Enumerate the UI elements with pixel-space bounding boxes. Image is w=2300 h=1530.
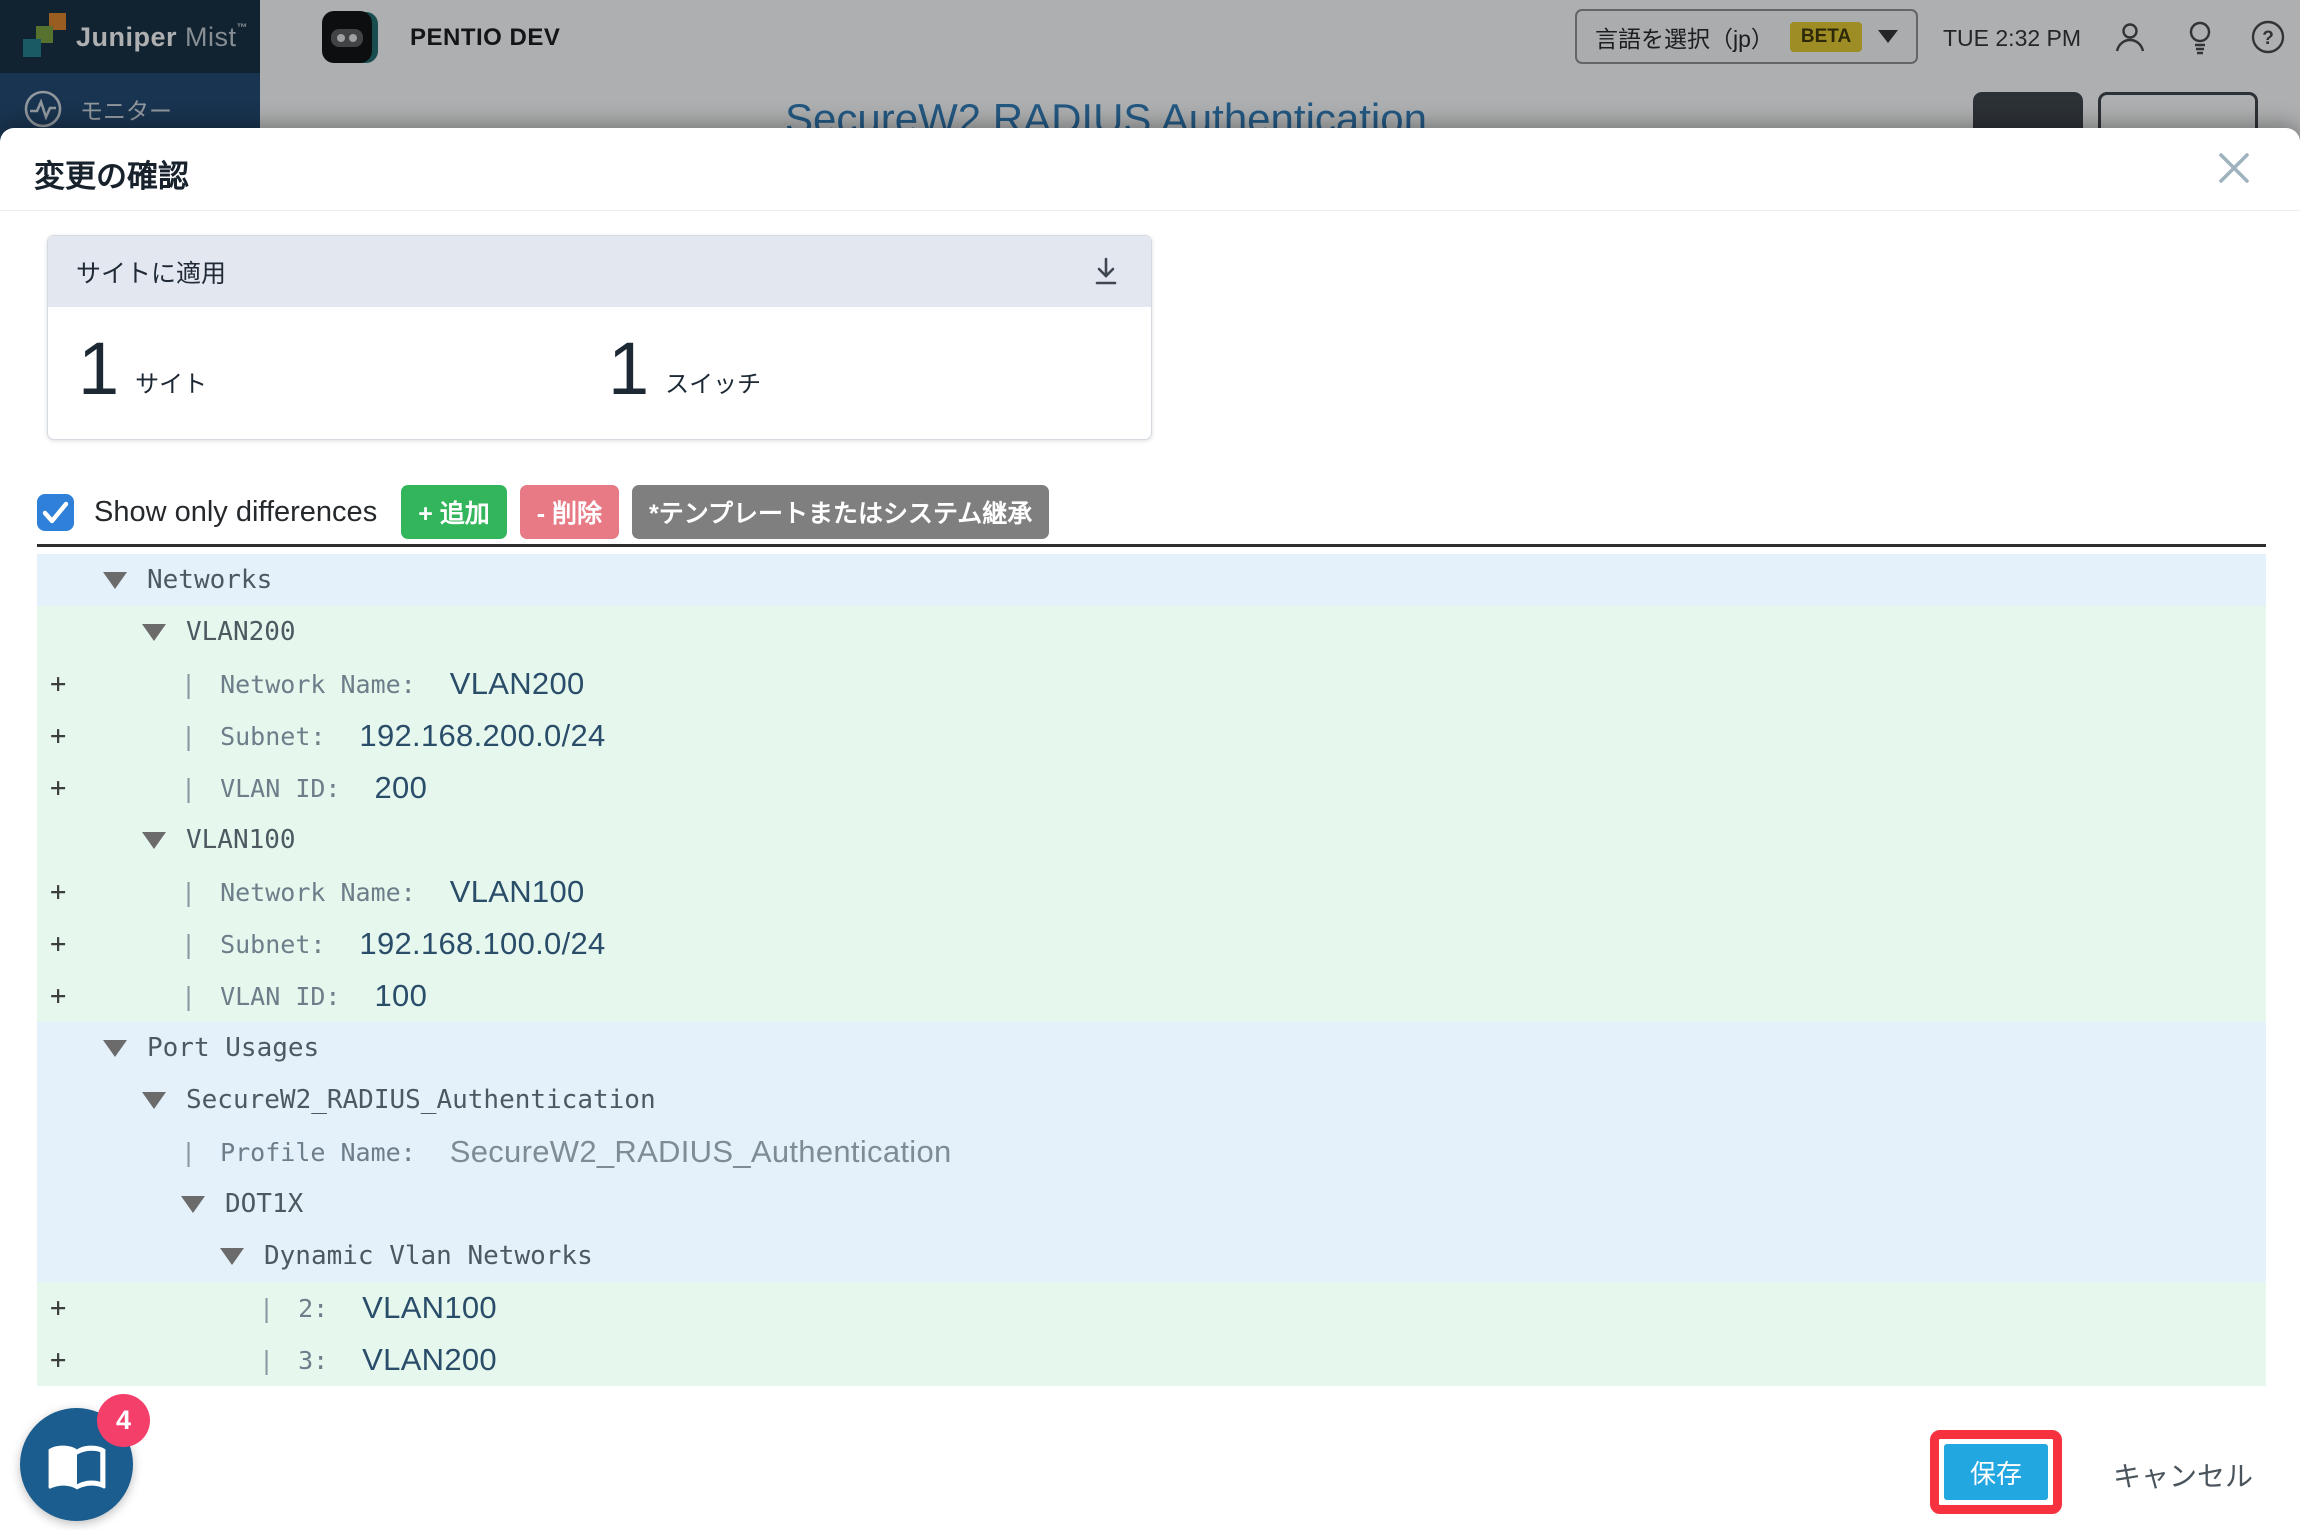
legend-deleted-badge: - 削除 (520, 485, 619, 539)
diff-section-row: DOT1X (37, 1178, 2266, 1230)
collapse-caret-icon[interactable] (103, 1040, 127, 1057)
collapse-caret-icon[interactable] (142, 832, 166, 849)
show-only-differences-checkbox[interactable] (37, 494, 74, 531)
diff-section-row: SecureW2_RADIUS_Authentication (37, 1074, 2266, 1126)
diff-section-label: SecureW2_RADIUS_Authentication (186, 1085, 656, 1115)
diff-section-label: VLAN100 (186, 825, 296, 855)
confirm-changes-modal: 変更の確認 サイトに適用 1 サイト 1 スイッチ (0, 128, 2300, 1530)
collapse-caret-icon[interactable] (142, 1092, 166, 1109)
diff-pipe: | (181, 774, 196, 803)
collapse-caret-icon[interactable] (220, 1248, 244, 1265)
diff-field-value: 200 (374, 770, 427, 806)
save-button-annotation: 保存 (1930, 1430, 2062, 1514)
diff-field-value: VLAN200 (362, 1342, 497, 1378)
diff-field-row: + | Subnet: 192.168.200.0/24 (37, 710, 2266, 762)
diff-pipe: | (181, 930, 196, 959)
diff-field-label: Subnet: (220, 722, 325, 751)
switch-count-stat: 1 スイッチ (608, 335, 761, 403)
collapse-caret-icon[interactable] (103, 572, 127, 589)
site-count-stat: 1 サイト (78, 335, 608, 403)
open-book-icon (46, 1434, 108, 1496)
switch-count-label: スイッチ (665, 364, 761, 403)
diff-field-label: 3: (298, 1346, 328, 1375)
diff-section-label: VLAN200 (186, 617, 296, 647)
diff-field-row: + | Network Name: VLAN100 (37, 866, 2266, 918)
diff-field-value: 100 (374, 978, 427, 1014)
download-icon[interactable] (1089, 255, 1123, 289)
collapse-caret-icon[interactable] (181, 1196, 205, 1213)
diff-pipe: | (181, 722, 196, 751)
diff-field-label: 2: (298, 1294, 328, 1323)
added-marker: + (50, 929, 66, 960)
diff-field-label: Network Name: (220, 670, 416, 699)
diff-section-label: Networks (147, 565, 272, 595)
modal-title: 変更の確認 (34, 151, 189, 196)
diff-pipe: | (259, 1346, 274, 1375)
diff-section-label: DOT1X (225, 1189, 303, 1219)
diff-field-value: VLAN200 (450, 666, 585, 702)
guide-fab-button[interactable]: 4 (20, 1408, 133, 1521)
apply-to-sites-card: サイトに適用 1 サイト 1 スイッチ (47, 235, 1152, 440)
site-count-value: 1 (78, 335, 119, 403)
diff-field-label: Profile Name: (220, 1138, 416, 1167)
diff-filter-row: Show only differences + 追加 - 削除 *テンプレートま… (37, 488, 1062, 536)
diff-section-row: Networks (37, 554, 2266, 606)
apply-card-title: サイトに適用 (76, 254, 226, 290)
diff-pipe: | (181, 1138, 196, 1167)
apply-card-header: サイトに適用 (48, 236, 1151, 307)
diff-field-row: + | Network Name: VLAN200 (37, 658, 2266, 710)
added-marker: + (50, 1293, 66, 1324)
diff-pipe: | (259, 1294, 274, 1323)
diff-section-row: Port Usages (37, 1022, 2266, 1074)
diff-section-row: VLAN100 (37, 814, 2266, 866)
diff-field-value: 192.168.200.0/24 (359, 718, 605, 754)
diff-field-value: VLAN100 (450, 874, 585, 910)
added-marker: + (50, 773, 66, 804)
diff-field-row: + | VLAN ID: 100 (37, 970, 2266, 1022)
added-marker: + (50, 669, 66, 700)
close-icon[interactable] (2216, 150, 2252, 186)
diff-field-label: VLAN ID: (220, 982, 340, 1011)
diff-section-label: Port Usages (147, 1033, 319, 1063)
diff-field-value: SecureW2_RADIUS_Authentication (450, 1134, 952, 1170)
legend-added-badge: + 追加 (401, 485, 507, 539)
diff-field-label: Network Name: (220, 878, 416, 907)
diff-section-row: VLAN200 (37, 606, 2266, 658)
switch-count-value: 1 (608, 335, 649, 403)
added-marker: + (50, 981, 66, 1012)
diff-field-value: VLAN100 (362, 1290, 497, 1326)
cancel-button[interactable]: キャンセル (2113, 1455, 2253, 1495)
diff-field-value: 192.168.100.0/24 (359, 926, 605, 962)
apply-card-body: 1 サイト 1 スイッチ (48, 307, 1151, 403)
diff-field-label: Subnet: (220, 930, 325, 959)
diff-field-row: + | 3: VLAN200 (37, 1334, 2266, 1386)
diff-field-row: + | 2: VLAN100 (37, 1282, 2266, 1334)
diff-field-row: | Profile Name: SecureW2_RADIUS_Authentica… (37, 1126, 2266, 1178)
legend-inherited-badge: *テンプレートまたはシステム継承 (632, 485, 1049, 539)
diff-section-row: Dynamic Vlan Networks (37, 1230, 2266, 1282)
added-marker: + (50, 877, 66, 908)
save-button[interactable]: 保存 (1944, 1444, 2048, 1500)
collapse-caret-icon[interactable] (142, 624, 166, 641)
modal-header: 変更の確認 (0, 128, 2300, 211)
diff-field-row: + | Subnet: 192.168.100.0/24 (37, 918, 2266, 970)
diff-tree: Networks VLAN200 + | Network Name: VLAN200 + | S… (37, 544, 2266, 1386)
site-count-label: サイト (135, 364, 207, 403)
diff-pipe: | (181, 982, 196, 1011)
diff-pipe: | (181, 670, 196, 699)
added-marker: + (50, 721, 66, 752)
notification-badge: 4 (97, 1394, 150, 1447)
diff-field-label: VLAN ID: (220, 774, 340, 803)
diff-section-label: Dynamic Vlan Networks (264, 1241, 593, 1271)
diff-pipe: | (181, 878, 196, 907)
added-marker: + (50, 1345, 66, 1376)
show-only-differences-label[interactable]: Show only differences (94, 496, 377, 529)
diff-field-row: + | VLAN ID: 200 (37, 762, 2266, 814)
